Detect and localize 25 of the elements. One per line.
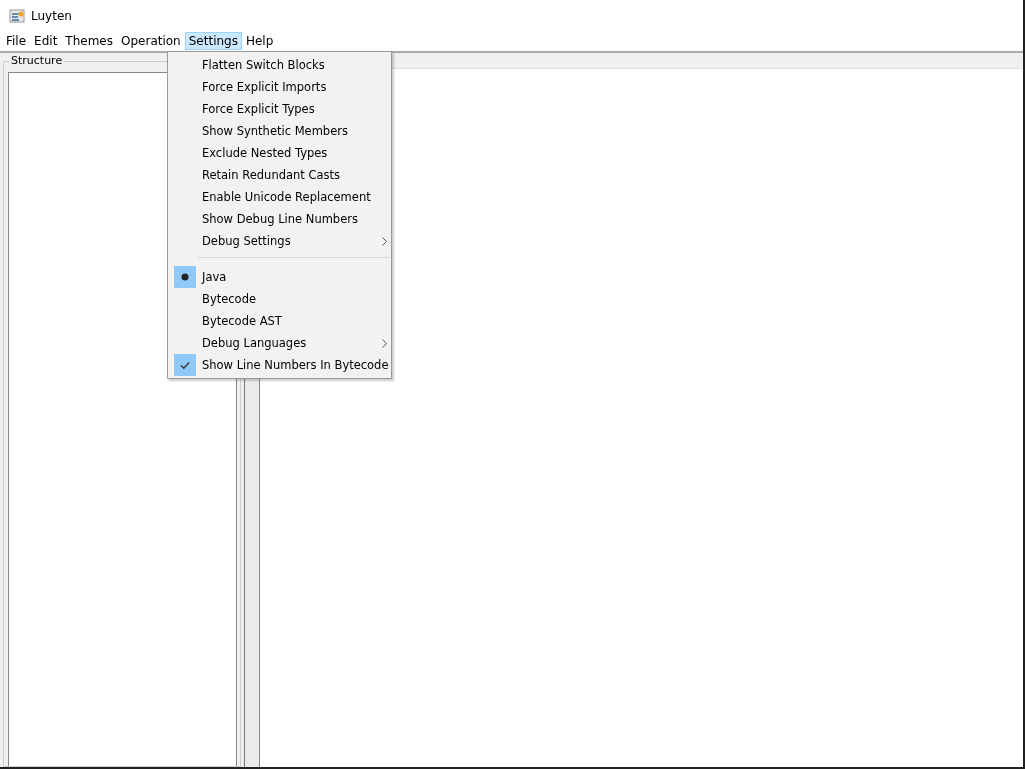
chevron-right-icon bbox=[382, 236, 387, 246]
menu-option[interactable]: Show Line Numbers In Bytecode bbox=[168, 354, 391, 376]
menu-item[interactable]: Operation bbox=[117, 32, 185, 50]
panel-title: Structure bbox=[9, 54, 65, 67]
menu-option[interactable]: Bytecode AST bbox=[168, 310, 391, 332]
menu-option[interactable]: Force Explicit Imports bbox=[168, 76, 391, 98]
menu-option[interactable]: Java bbox=[168, 266, 391, 288]
menu-item[interactable]: Edit bbox=[30, 32, 62, 50]
menu-option[interactable]: Enable Unicode Replacement bbox=[168, 186, 391, 208]
menu-option[interactable]: Debug Languages bbox=[168, 332, 391, 354]
menu-item[interactable]: File bbox=[2, 32, 31, 50]
menu-option[interactable]: Bytecode bbox=[168, 288, 391, 310]
menu-item[interactable]: Settings bbox=[184, 32, 242, 50]
menu-option[interactable]: Debug Settings bbox=[168, 230, 391, 252]
app-icon bbox=[9, 7, 25, 24]
window-title: Luyten bbox=[31, 8, 72, 23]
chevron-right-icon bbox=[382, 338, 387, 348]
menu-option[interactable]: Show Synthetic Members bbox=[168, 120, 391, 142]
menu-item[interactable]: Themes bbox=[61, 32, 117, 50]
menu-item[interactable]: Help bbox=[241, 32, 278, 50]
menu-option[interactable]: Flatten Switch Blocks bbox=[168, 54, 391, 76]
menu-option[interactable]: Retain Redundant Casts bbox=[168, 164, 391, 186]
menu-option[interactable]: Exclude Nested Types bbox=[168, 142, 391, 164]
menu-option[interactable]: Show Debug Line Numbers bbox=[168, 208, 391, 230]
menu-option[interactable]: Force Explicit Types bbox=[168, 98, 391, 120]
